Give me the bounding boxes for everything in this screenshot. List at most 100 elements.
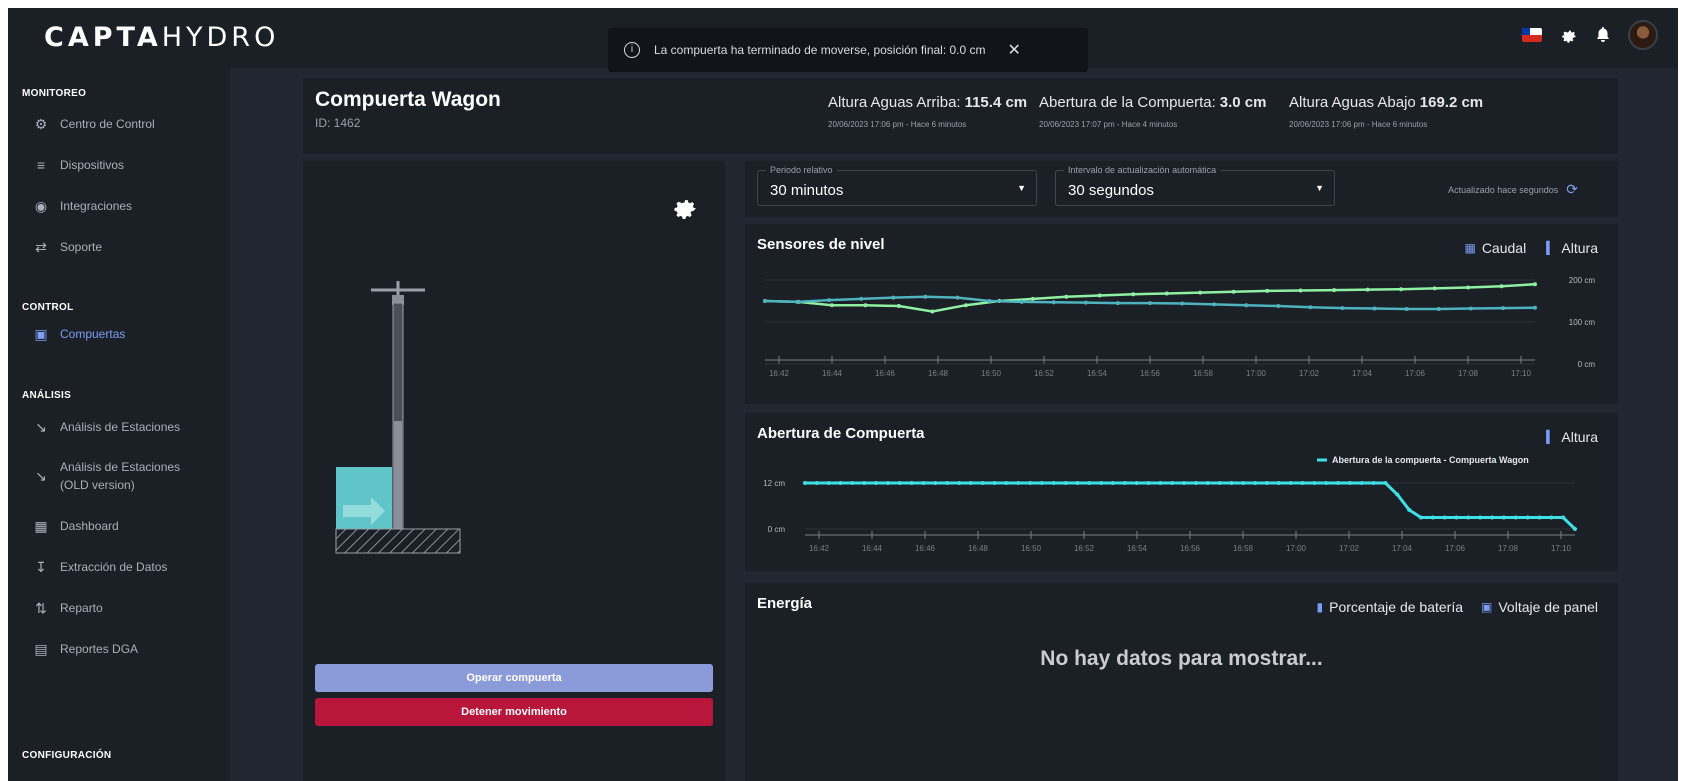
support-icon: ⇄: [35, 238, 47, 255]
sidebar-item-centro-de-control[interactable]: ⚙ Centro de Control: [32, 115, 155, 133]
y-tick-label: 12 cm: [763, 479, 785, 488]
data-point: [1075, 481, 1080, 485]
x-tick-label: 16:58: [1193, 369, 1214, 378]
data-point: [992, 481, 997, 485]
y-tick-label: 0 cm: [768, 525, 786, 534]
sidebar-item-integraciones[interactable]: ◉ Integraciones: [32, 197, 132, 215]
data-point: [1442, 515, 1447, 520]
data-point: [795, 299, 800, 304]
data-point: [1241, 481, 1246, 485]
data-point: [1490, 515, 1495, 520]
data-point: [1430, 515, 1435, 520]
data-point: [1372, 306, 1377, 311]
data-point: [1419, 515, 1423, 520]
data-point: [1395, 492, 1400, 497]
operate-gate-button[interactable]: Operar compuerta: [315, 664, 713, 692]
toast-message: La compuerta ha terminado de moverse, po…: [654, 43, 986, 57]
data-point: [1347, 481, 1352, 485]
data-point: [1312, 481, 1317, 485]
data-point: [921, 481, 926, 485]
data-point: [838, 481, 843, 485]
x-tick-label: 16:54: [1127, 544, 1148, 553]
sidebar-item-reparto[interactable]: ⇅ Reparto: [32, 599, 103, 617]
x-tick-label: 17:04: [1352, 369, 1373, 378]
list-icon: ≡: [36, 157, 46, 173]
data-point: [1158, 481, 1163, 485]
energy-title: Energía: [757, 595, 813, 612]
line-chart-icon: ↘: [35, 418, 47, 435]
x-tick-label: 16:54: [1087, 369, 1108, 378]
gate-header: Compuerta Wagon ID: 1462 Altura Aguas Ar…: [303, 78, 1618, 154]
gear-icon[interactable]: [1560, 26, 1578, 44]
x-tick-label: 16:44: [822, 369, 843, 378]
x-tick-label: 17:04: [1392, 544, 1413, 553]
dashboard-icon: ▦: [34, 517, 48, 534]
x-tick-label: 16:52: [1074, 544, 1095, 553]
x-tick-label: 16:48: [928, 369, 949, 378]
sidebar-item-analisis-estaciones-old[interactable]: ↘ Análisis de Estaciones (OLD version): [32, 458, 180, 494]
refresh-icon[interactable]: ⟳: [1566, 181, 1578, 198]
bell-icon[interactable]: [1596, 27, 1610, 43]
data-point: [826, 481, 831, 485]
legend-battery[interactable]: Porcentaje de batería: [1329, 599, 1463, 615]
brand-logo[interactable]: CAPTAHYDRO: [44, 22, 279, 53]
gate-id: ID: 1462: [315, 116, 361, 130]
panel-icon[interactable]: ▣: [1481, 600, 1492, 614]
data-point: [1182, 481, 1187, 485]
data-point: [1561, 515, 1566, 520]
x-tick-label: 17:02: [1339, 544, 1360, 553]
data-point: [827, 298, 832, 303]
data-point: [1300, 481, 1305, 485]
x-tick-label: 17:00: [1286, 544, 1307, 553]
data-point: [930, 309, 935, 314]
sidebar-item-dashboard[interactable]: ▦ Dashboard: [32, 517, 118, 535]
data-point: [1365, 287, 1370, 292]
data-point: [814, 481, 819, 485]
x-tick-label: 16:46: [915, 544, 936, 553]
data-point: [1332, 288, 1337, 293]
data-point: [803, 481, 807, 485]
data-point: [897, 481, 902, 485]
series-line-1: [805, 481, 1577, 531]
data-point: [1276, 304, 1281, 309]
data-point: [1336, 481, 1341, 485]
data-point: [891, 295, 896, 300]
period-select[interactable]: Periodo relativo 30 minutos ▼: [757, 165, 1037, 206]
legend-panel-voltage[interactable]: Voltaje de panel: [1498, 599, 1598, 615]
data-point: [987, 299, 992, 303]
data-point: [1063, 481, 1068, 485]
last-updated: Actualizado hace segundos ⟳: [1448, 181, 1578, 198]
data-point: [1466, 285, 1471, 290]
refresh-interval-select[interactable]: Intervalo de actualización automática 30…: [1055, 165, 1335, 206]
x-tick-label: 16:48: [968, 544, 989, 553]
chart-controls: Periodo relativo 30 minutos ▼ Intervalo …: [745, 161, 1618, 217]
battery-icon[interactable]: ▮: [1317, 600, 1324, 614]
chile-flag-icon[interactable]: [1522, 28, 1542, 42]
user-avatar[interactable]: [1628, 20, 1658, 50]
data-point: [1019, 299, 1024, 304]
sidebar-item-reportes-dga[interactable]: ▤ Reportes DGA: [32, 640, 138, 658]
data-point: [1265, 288, 1270, 293]
data-point: [862, 481, 867, 485]
data-point: [1549, 515, 1554, 520]
sidebar-item-compuertas[interactable]: ▣ Compuertas: [32, 325, 125, 343]
data-point: [1454, 515, 1459, 520]
data-point: [1051, 481, 1056, 485]
data-point: [1016, 481, 1021, 485]
stop-movement-button[interactable]: Detener movimiento: [315, 698, 713, 726]
sidebar-item-analisis-estaciones[interactable]: ↘ Análisis de Estaciones: [32, 418, 180, 436]
data-point: [1276, 481, 1281, 485]
x-tick-label: 16:42: [769, 369, 790, 378]
data-point: [1083, 300, 1088, 305]
sidebar-item-dispositivos[interactable]: ≡ Dispositivos: [32, 156, 124, 174]
data-point: [885, 481, 890, 485]
sidebar-item-extraccion-datos[interactable]: ↧ Extracción de Datos: [32, 558, 167, 576]
level-sensors-card: Sensores de nivel ▦ Caudal ▍ Altura 16:42 1…: [745, 224, 1618, 404]
data-point: [1399, 287, 1404, 292]
sidebar-item-soporte[interactable]: ⇄ Soporte: [32, 238, 102, 256]
data-point: [1205, 481, 1210, 485]
gear-icon[interactable]: [671, 193, 699, 221]
data-point: [968, 481, 973, 485]
data-point: [850, 481, 855, 485]
close-icon[interactable]: ✕: [1008, 40, 1021, 60]
